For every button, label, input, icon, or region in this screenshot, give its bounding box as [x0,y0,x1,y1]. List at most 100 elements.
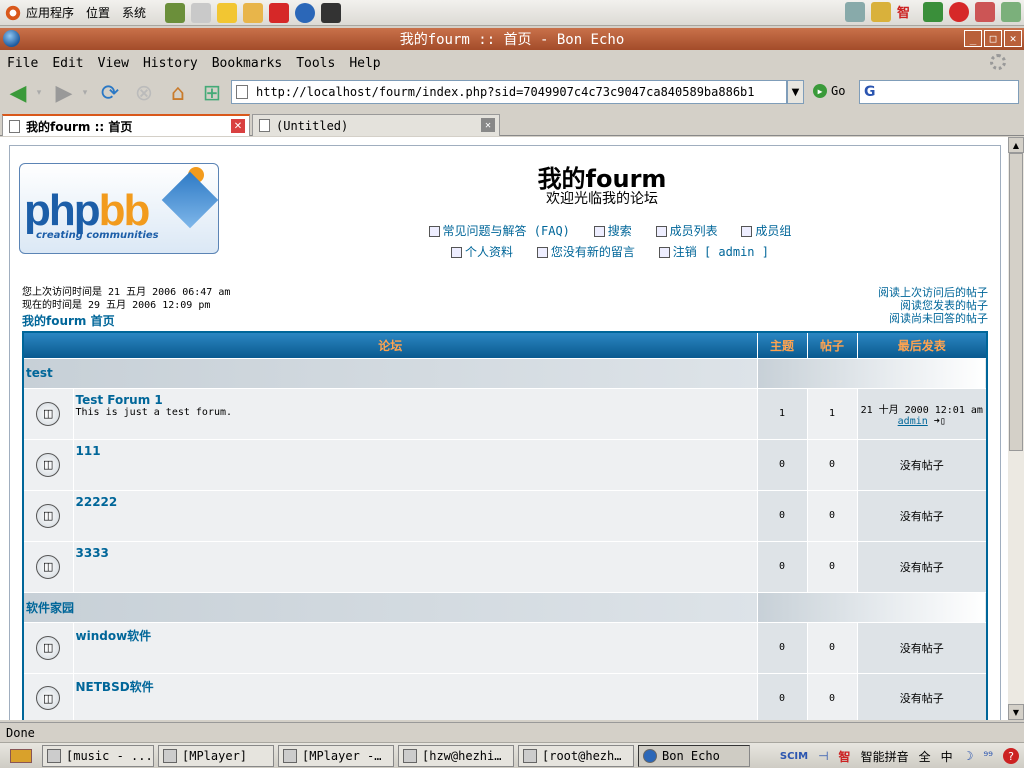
new-bookmark-button[interactable]: ⊞ [198,79,226,107]
monitor-icon[interactable] [923,2,943,22]
vertical-scrollbar[interactable]: ▲ ▼ [1008,137,1024,720]
forum-name-link[interactable]: NETBSD软件 [76,678,755,695]
trash-icon[interactable] [975,2,995,22]
task-terminal-hzw[interactable]: [hzw@hezhi… [398,744,514,767]
tab-close-icon[interactable]: ✕ [481,118,495,132]
url-field[interactable]: http://localhost/fourm/index.php?sid=704… [231,80,787,104]
menu-history[interactable]: History [143,56,198,71]
back-dropdown-icon[interactable]: ▾ [34,79,44,107]
tab-untitled[interactable]: (Untitled) ✕ [252,114,500,136]
menu-tools[interactable]: Tools [296,56,335,71]
messages-link[interactable]: 您没有新的留言 [536,243,635,262]
applications-menu[interactable]: 应用程序 [26,4,74,21]
maximize-button[interactable]: □ [984,30,1002,47]
search-field[interactable]: G [859,80,1019,104]
forum-name-link[interactable]: 111 [76,444,755,458]
editor-launcher-icon[interactable] [243,2,264,23]
ime-mode[interactable]: 智能拼音 [861,748,909,765]
ime-fullwidth[interactable]: 全 [919,748,931,765]
ubuntu-logo-icon[interactable] [4,3,22,22]
table-row: ◫ 111 0 0 没有帖子 [22,438,988,491]
tab-forum-home[interactable]: 我的fourm :: 首页 ✕ [2,114,250,136]
places-menu[interactable]: 位置 [86,4,110,21]
last-post-user-link[interactable]: admin [898,416,928,427]
menu-bookmarks[interactable]: Bookmarks [212,56,282,71]
task-mplayer-2[interactable]: [MPlayer -… [278,744,394,767]
home-button[interactable]: ⌂ [164,79,192,107]
menu-edit[interactable]: Edit [52,56,83,71]
category-name[interactable]: 软件家园 [22,591,758,623]
table-row: ◫ window软件 0 0 没有帖子 [22,621,988,674]
forum-name-link[interactable]: 3333 [76,546,755,560]
power-icon[interactable] [949,2,969,22]
volume-icon[interactable] [1001,2,1021,22]
scroll-down-icon[interactable]: ▼ [1008,704,1024,720]
phpbb-logo[interactable]: phpbb creating communities [19,163,219,254]
task-music[interactable]: [music - ... [42,744,154,767]
last-post-date: 21 十月 2000 12:01 am [860,404,983,416]
book-launcher-icon[interactable] [165,2,186,23]
category-row: test [22,357,988,389]
top-links: 常见问题与解答 (FAQ) 搜索 成员列表 成员组 个人资料 您没有新的留言 注… [310,222,910,264]
tab-close-icon[interactable]: ✕ [231,119,245,133]
moon-icon[interactable]: ☽ [963,749,974,763]
window-titlebar[interactable]: 我的fourm :: 首页 - Bon Echo _ □ ✕ [0,28,1024,50]
memberlist-link[interactable]: 成员列表 [655,222,718,241]
ime-tray-icon[interactable]: 智 [897,2,917,22]
scroll-thumb[interactable] [1009,153,1023,451]
url-dropdown-button[interactable]: ▼ [787,80,804,104]
task-terminal-root[interactable]: [root@hezh… [518,744,634,767]
forum-name-link[interactable]: 22222 [76,495,755,509]
forward-button[interactable]: ▶ [50,79,78,107]
pdf-launcher-icon[interactable] [269,2,290,23]
browser-launcher-icon[interactable] [295,2,316,23]
stop-button[interactable]: ⊗ [130,79,158,107]
category-name[interactable]: test [22,357,758,389]
mail-launcher-icon[interactable] [191,2,212,23]
forum-page: phpbb creating communities 我的fourm 欢迎光临我… [9,145,1001,720]
forum-name-link[interactable]: Test Forum 1 [76,393,755,407]
reload-button[interactable]: ⟳ [96,79,124,107]
last-post-cell: 没有帖子 [856,540,988,593]
last-visit-text: 您上次访问时间是 21 五月 2006 06:47 am [22,287,231,298]
search-link[interactable]: 搜索 [593,222,632,241]
scroll-up-icon[interactable]: ▲ [1008,137,1024,153]
logo-wordmark: phpbb [24,186,150,235]
posts-count: 0 [806,438,858,491]
menu-view[interactable]: View [98,56,129,71]
system-menu[interactable]: 系统 [122,4,146,21]
menu-help[interactable]: Help [349,56,380,71]
forum-home-link[interactable]: 我的fourm 首页 [22,312,115,329]
scim-icon[interactable]: SCIM [780,751,808,762]
show-desktop-button[interactable] [4,745,38,767]
task-bon-echo[interactable]: Bon Echo [638,744,750,767]
close-button[interactable]: ✕ [1004,30,1022,47]
update-icon[interactable] [871,2,891,22]
unanswered-link[interactable]: 阅读尚未回答的帖子 [878,312,988,325]
last-post-cell: 21 十月 2000 12:01 am admin ➜▯ [856,387,988,440]
network-icon[interactable] [845,2,865,22]
go-button[interactable]: ▶ Go [813,84,845,98]
profile-link[interactable]: 个人资料 [451,243,513,262]
forward-dropdown-icon[interactable]: ▾ [80,79,90,107]
ime-language[interactable]: 中 [941,748,953,765]
back-button[interactable]: ◀ [4,79,32,107]
your-posts-link[interactable]: 阅读您发表的帖子 [878,299,988,312]
terminal-launcher-icon[interactable] [321,2,342,23]
punctuation-icon[interactable]: ⁹⁹ [983,749,993,763]
col-topics: 主题 [756,331,808,359]
pin-icon[interactable]: ⊣ [818,749,828,763]
task-mplayer[interactable]: [MPlayer] [158,744,274,767]
url-text: http://localhost/fourm/index.php?sid=704… [256,85,755,99]
menu-file[interactable]: File [7,56,38,71]
new-posts-link[interactable]: 阅读上次访问后的帖子 [878,286,988,299]
usergroups-link[interactable]: 成员组 [741,222,791,241]
help-icon[interactable]: ? [1003,748,1019,764]
logout-link[interactable]: 注销 [ admin ] [658,243,769,262]
minimize-button[interactable]: _ [964,30,982,47]
category-row: 软件家园 [22,591,988,623]
messenger-launcher-icon[interactable] [217,2,238,23]
faq-link[interactable]: 常见问题与解答 (FAQ) [428,222,570,241]
goto-post-icon[interactable]: ➜▯ [934,416,946,427]
forum-name-link[interactable]: window软件 [76,627,755,644]
